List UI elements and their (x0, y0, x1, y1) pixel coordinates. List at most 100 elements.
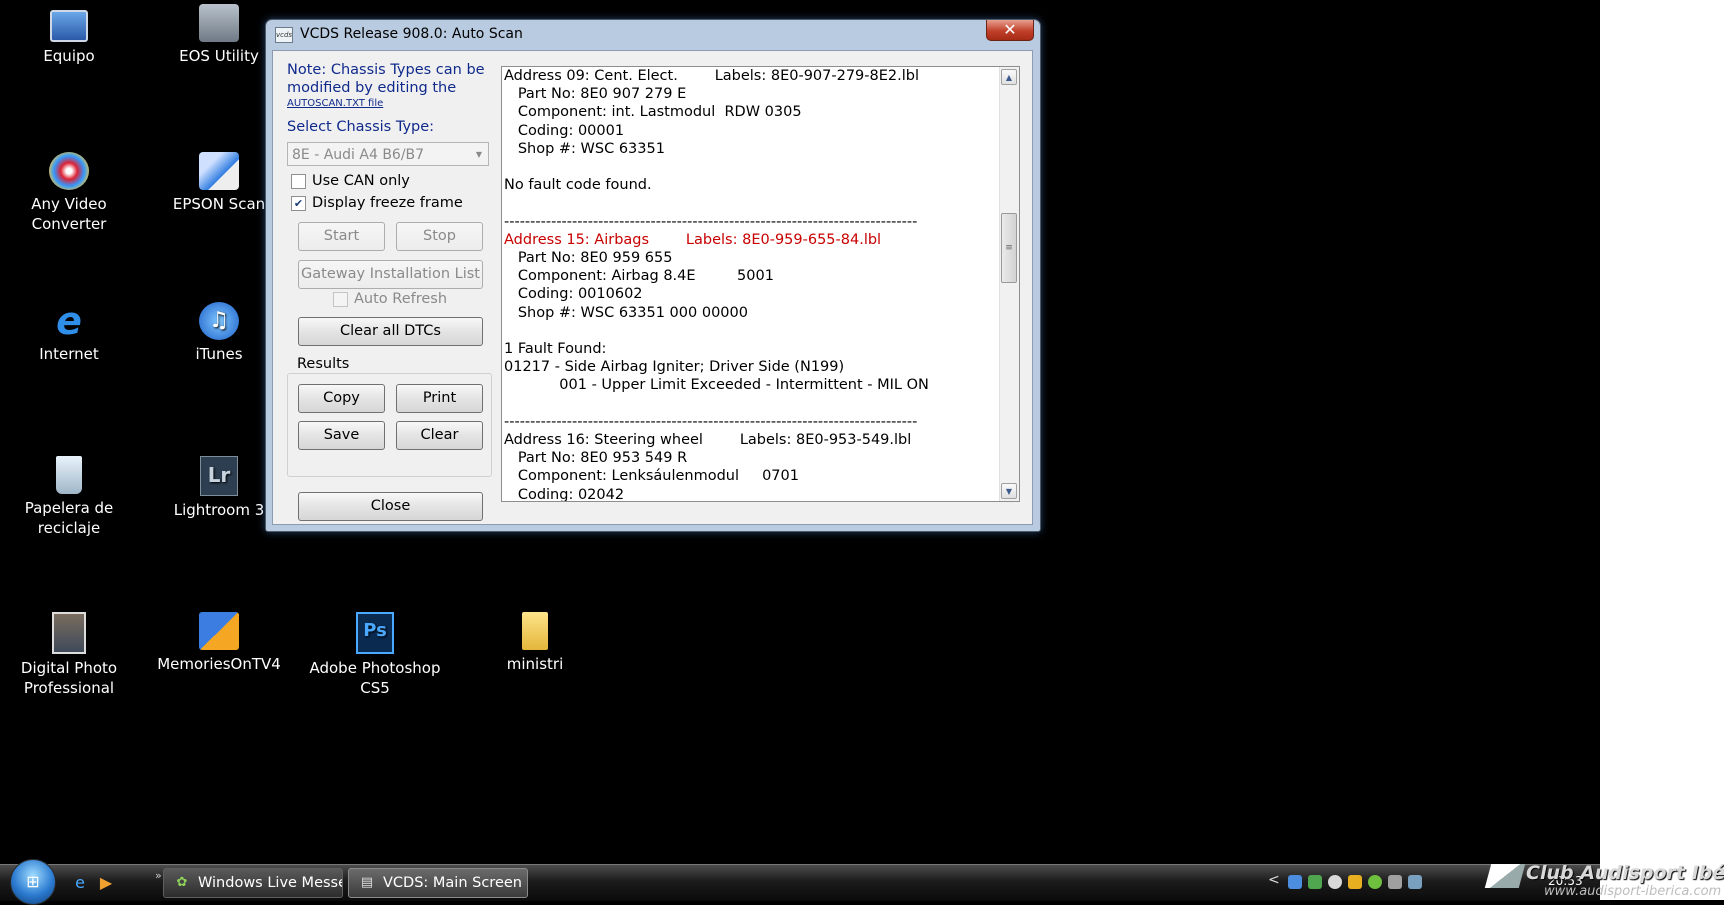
desktop-icon-any-video-converter[interactable]: Any Video Converter (0, 152, 144, 234)
taskbar-button-messenger[interactable]: ✿ Windows Live Messe... (163, 868, 343, 898)
checkbox-label: Display freeze frame (312, 195, 463, 211)
quicklaunch-media-icon[interactable]: ▶ (96, 873, 116, 893)
checkbox-label: Auto Refresh (354, 291, 448, 307)
vertical-scrollbar[interactable]: ▲ ≡ ▼ (999, 67, 1019, 501)
chassis-type-select[interactable]: 8E - Audi A4 B6/B7 ▼ (287, 142, 489, 166)
checkmark-icon: ✔ (291, 195, 306, 211)
watermark-title: Club Audisport Ibérica (1526, 862, 1724, 884)
desktop-icon-internet[interactable]: e Internet (0, 302, 144, 364)
scroll-up-icon[interactable]: ▲ (1001, 69, 1017, 85)
scan-results-lines: Address 09: Cent. Elect. Labels: 8E0-907… (504, 67, 984, 502)
checkbox-box (291, 173, 306, 189)
scan-result-line: Coding: 00001 (504, 122, 625, 139)
desktop-icon-ministri[interactable]: ministri (460, 612, 610, 674)
desktop-icon-label: Lightroom 3 (173, 501, 265, 519)
tray-warning-icon[interactable] (1348, 875, 1362, 889)
window-close-button[interactable]: ✕ (986, 20, 1034, 41)
itunes-icon: ♫ (199, 302, 239, 340)
folder-icon (522, 612, 548, 650)
taskbar-button-vcds[interactable]: ▤ VCDS: Main Screen (348, 868, 528, 898)
photo-app-icon (52, 612, 86, 654)
tray-security-icon[interactable] (1368, 875, 1382, 889)
scan-result-line: Part No: 8E0 953 549 R (504, 450, 688, 467)
desktop-icon-recycle-bin[interactable]: Papelera de reciclaje (0, 456, 144, 538)
quicklaunch-ie-icon[interactable]: e (70, 873, 90, 893)
tray-volume-icon[interactable] (1408, 875, 1422, 889)
select-chassis-label: Select Chassis Type: (287, 119, 435, 135)
display-freeze-frame-checkbox[interactable]: ✔ Display freeze frame (291, 195, 463, 211)
scroll-down-icon[interactable]: ▼ (1001, 483, 1017, 499)
close-button[interactable]: Close (298, 492, 483, 521)
desktop-icon-label: EPSON Scan (172, 195, 266, 213)
chevron-down-icon: ▼ (475, 150, 482, 159)
scan-result-line: ----------------------------------------… (504, 213, 918, 230)
scan-result-line: Component: Lenksáulenmodul 0701 (504, 468, 799, 485)
copy-button[interactable]: Copy (298, 384, 385, 413)
scan-result-line: ----------------------------------------… (504, 413, 918, 430)
use-can-only-checkbox[interactable]: Use CAN only (291, 173, 410, 189)
desktop-icon-label: Digital Photo Professional (20, 659, 118, 697)
recycle-bin-icon (56, 456, 82, 494)
tray-update-icon[interactable] (1328, 875, 1342, 889)
desktop-icon-label: Any Video Converter (31, 195, 107, 233)
window-titlebar[interactable]: vcds VCDS Release 908.0: Auto Scan ✕ (266, 20, 1040, 48)
club-logo-icon (1484, 864, 1526, 888)
scan-result-line (504, 194, 984, 212)
scan-result-line (504, 395, 984, 413)
scan-result-line: No fault code found. (504, 177, 652, 194)
vcds-app-icon: vcds (275, 27, 293, 43)
desktop-icon-label: Internet (39, 345, 99, 363)
results-label: Results (295, 356, 352, 372)
show-hidden-icons-icon[interactable]: < (1268, 872, 1280, 888)
scan-result-line: 01217 - Side Airbag Igniter; Driver Side… (504, 359, 845, 376)
vcds-icon: ▤ (360, 875, 374, 890)
clear-all-dtcs-button[interactable]: Clear all DTCs (298, 317, 483, 346)
gateway-installation-list-button[interactable]: Gateway Installation List (298, 260, 483, 289)
scan-result-line: 1 Fault Found: (504, 341, 607, 357)
scan-result-line: Address 16: Steering wheel Labels: 8E0-9… (504, 432, 912, 448)
desktop-icon-digital-photo-professional[interactable]: Digital Photo Professional (0, 612, 144, 698)
clear-button[interactable]: Clear (396, 421, 483, 450)
desktop-icon-photoshop[interactable]: Ps Adobe Photoshop CS5 (300, 612, 450, 698)
scan-result-line: Address 15: Airbags Labels: 8E0-959-655-… (504, 231, 882, 248)
scrollbar-thumb[interactable]: ≡ (1001, 213, 1017, 283)
auto-refresh-checkbox[interactable]: Auto Refresh (333, 291, 447, 307)
start-button[interactable]: Start (298, 222, 385, 251)
tray-app-icon[interactable] (1308, 875, 1322, 889)
memories-tv-icon (199, 612, 239, 650)
window-title: VCDS Release 908.0: Auto Scan (300, 26, 523, 42)
checkbox-label: Use CAN only (312, 173, 410, 189)
scanner-icon (199, 152, 239, 190)
screen-edge-area (1600, 0, 1724, 900)
vcds-auto-scan-window: vcds VCDS Release 908.0: Auto Scan ✕ Not… (265, 19, 1041, 532)
taskbar: ⊞ e ▶ » ✿ Windows Live Messe... ▤ VCDS: … (0, 859, 1600, 905)
tray-network-icon[interactable] (1288, 875, 1302, 889)
desktop-icon-label: EOS Utility (179, 47, 259, 65)
desktop-icon-memoriesontv4[interactable]: MemoriesOnTV4 (144, 612, 294, 674)
scan-result-line: Address 09: Cent. Elect. Labels: 8E0-907… (504, 68, 919, 84)
taskbar-button-label: Windows Live Messe... (198, 875, 342, 891)
save-button[interactable]: Save (298, 421, 385, 450)
chassis-type-value: 8E - Audi A4 B6/B7 (292, 147, 425, 163)
scan-result-line: Component: Airbag 8.4E 5001 (504, 268, 774, 285)
quicklaunch-more-icon[interactable]: » (155, 869, 162, 882)
scan-result-line: Part No: 8E0 959 655 (504, 250, 673, 266)
desktop-icon-label: Equipo (43, 47, 95, 65)
computer-icon (50, 10, 88, 42)
watermark-url: www.audisport-iberica.com (1544, 884, 1722, 899)
autoscan-file-link[interactable]: AUTOSCAN.TXT file (287, 98, 383, 109)
tray-display-icon[interactable] (1388, 875, 1402, 889)
chassis-note: Note: Chassis Types can be modified by e… (287, 62, 485, 96)
scan-results-textbox[interactable]: Address 09: Cent. Elect. Labels: 8E0-907… (501, 66, 1020, 502)
print-button[interactable]: Print (396, 384, 483, 413)
messenger-icon: ✿ (176, 875, 188, 890)
stop-button[interactable]: Stop (396, 222, 483, 251)
lightroom-icon: Lr (200, 456, 238, 496)
scan-result-line: 001 - Upper Limit Exceeded - Intermitten… (504, 377, 929, 394)
video-converter-icon (49, 152, 89, 190)
desktop-icon-label: Papelera de reciclaje (24, 499, 114, 537)
printer-icon (199, 4, 239, 42)
windows-start-icon[interactable]: ⊞ (10, 859, 56, 905)
desktop-icon-equipo[interactable]: Equipo (0, 4, 144, 66)
scan-result-line: Coding: 02042 (504, 486, 625, 502)
